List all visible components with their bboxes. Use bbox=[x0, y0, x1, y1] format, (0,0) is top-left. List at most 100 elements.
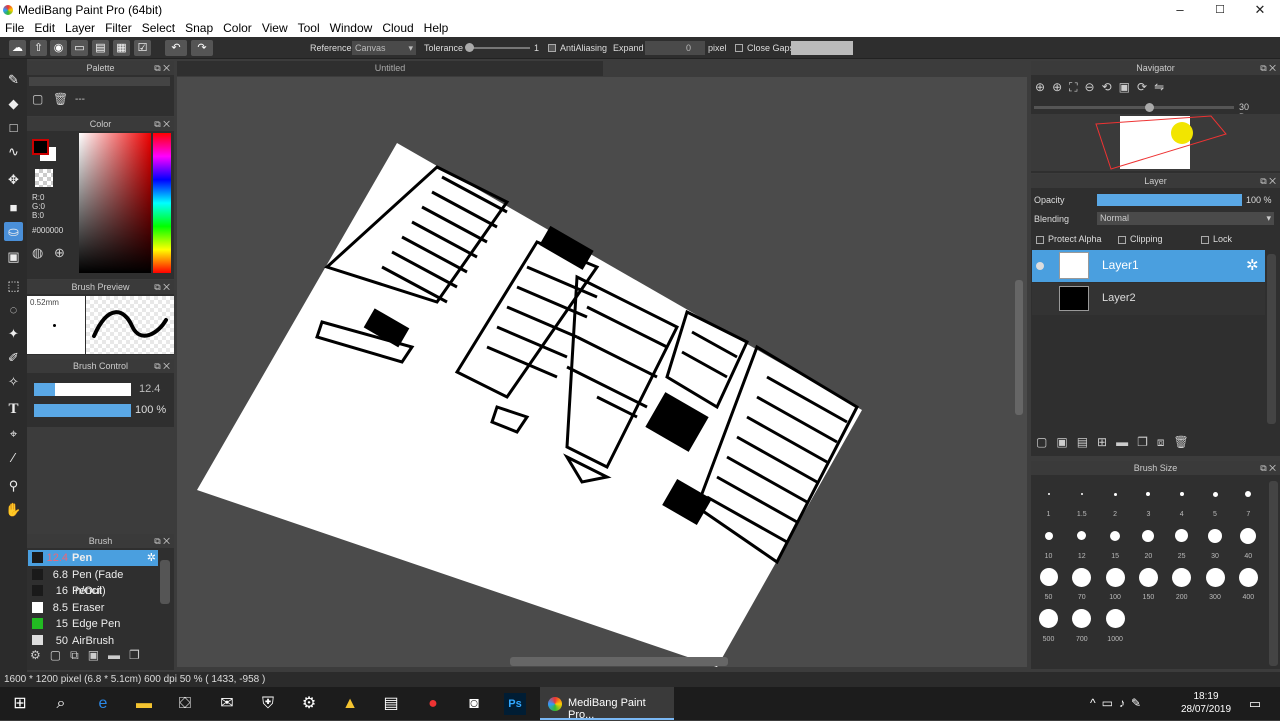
delete-layer-icon[interactable]: 🗑 bbox=[1174, 435, 1198, 449]
trash-icon[interactable]: 🗑 bbox=[53, 92, 68, 106]
expand-input[interactable]: 0 bbox=[645, 41, 705, 55]
panel-close-icon[interactable]: ⧉ ✕ bbox=[154, 61, 170, 75]
duplicate-layer-icon[interactable]: ❐ bbox=[1137, 435, 1157, 449]
panel-close-icon[interactable]: ⧉ ✕ bbox=[154, 280, 170, 294]
photoshop-icon[interactable]: Ps bbox=[504, 693, 526, 715]
transparent-swatch[interactable] bbox=[35, 169, 53, 187]
brush-tool-icon[interactable]: ✎ bbox=[4, 70, 23, 89]
menu-view[interactable]: View bbox=[257, 20, 293, 37]
brush-opacity-slider[interactable] bbox=[34, 404, 131, 417]
gradient-tool-icon[interactable]: ▣ bbox=[4, 247, 23, 266]
brush-size-option[interactable]: 10 bbox=[1032, 521, 1065, 562]
import-brush-icon[interactable]: ▣ bbox=[88, 648, 108, 662]
duplicate-icon[interactable]: ❐ bbox=[129, 648, 149, 662]
brush-size-option[interactable]: 50 bbox=[1032, 562, 1065, 603]
menu-select[interactable]: Select bbox=[137, 20, 180, 37]
new-8bit-layer-icon[interactable]: ▤ bbox=[1077, 435, 1097, 449]
taskbar-active-app[interactable]: MediBang Paint Pro... bbox=[540, 687, 674, 721]
brush-size-option[interactable]: 400 bbox=[1232, 562, 1265, 603]
layer-scrollbar[interactable] bbox=[1267, 254, 1276, 424]
document-icon[interactable]: ▤ bbox=[92, 40, 109, 56]
brush-size-option[interactable]: 70 bbox=[1065, 562, 1098, 603]
brush-size-scrollbar[interactable] bbox=[1269, 481, 1278, 666]
zoom-icon[interactable]: ⊕ bbox=[1052, 80, 1069, 94]
menu-snap[interactable]: Snap bbox=[180, 20, 218, 37]
tolerance-slider-handle[interactable] bbox=[465, 43, 474, 52]
add-layer-menu-icon[interactable]: ⊞ bbox=[1097, 435, 1116, 449]
chat-icon[interactable]: ▭ bbox=[71, 40, 88, 56]
brush-scrollbar[interactable] bbox=[160, 560, 170, 604]
menu-filter[interactable]: Filter bbox=[100, 20, 137, 37]
menu-window[interactable]: Window bbox=[325, 20, 378, 37]
text-tool-icon[interactable]: T bbox=[4, 400, 23, 419]
camera-icon[interactable]: ◙ bbox=[463, 693, 485, 715]
eraser-tool-icon[interactable]: ◆ bbox=[4, 94, 23, 113]
brush-item[interactable]: 50 AirBrush bbox=[28, 633, 158, 645]
panel-close-icon[interactable]: ⧉ ✕ bbox=[154, 117, 170, 131]
brush-size-option[interactable]: 15 bbox=[1099, 521, 1132, 562]
pen-icon[interactable]: ✎ bbox=[1131, 696, 1147, 710]
eyedropper-tool-icon[interactable]: ⁄ bbox=[4, 448, 23, 467]
canvas-area[interactable] bbox=[177, 77, 1027, 667]
panel-close-icon[interactable]: ⧉ ✕ bbox=[1260, 174, 1276, 188]
rectangle-tool-icon[interactable]: □ bbox=[4, 118, 23, 137]
folder-icon[interactable]: ▬ bbox=[1116, 435, 1137, 449]
upload-icon[interactable]: ⇧ bbox=[30, 40, 47, 56]
brush-size-option[interactable]: 3 bbox=[1132, 479, 1165, 520]
flip-icon[interactable]: ⇋ bbox=[1154, 80, 1171, 94]
brush-size-option[interactable]: 40 bbox=[1232, 521, 1265, 562]
add-brush-icon[interactable]: ⚙ bbox=[30, 648, 50, 662]
actual-size-icon[interactable]: ▣ bbox=[1119, 80, 1137, 94]
fill-rect-tool-icon[interactable]: ■ bbox=[4, 198, 23, 217]
warning-app-icon[interactable]: ▲ bbox=[339, 693, 361, 715]
new-palette-icon[interactable]: ▢ bbox=[32, 92, 43, 106]
comment-icon[interactable]: ◉ bbox=[50, 40, 67, 56]
new-layer-icon[interactable]: ▢ bbox=[1036, 435, 1056, 449]
minimize-button[interactable]: – bbox=[1160, 0, 1200, 20]
mail-icon[interactable]: ✉ bbox=[216, 693, 238, 715]
brush-size-option[interactable]: 150 bbox=[1132, 562, 1165, 603]
panel-close-icon[interactable]: ⧉ ✕ bbox=[1260, 461, 1276, 475]
close-button[interactable]: ✕ bbox=[1240, 0, 1280, 20]
fit-icon[interactable]: ⛶ bbox=[1069, 80, 1084, 94]
brush-size-option[interactable]: 500 bbox=[1032, 604, 1065, 645]
panel-close-icon[interactable]: ⧉ ✕ bbox=[154, 359, 170, 373]
brush-item[interactable]: 12.4 Pen ✲ bbox=[28, 550, 158, 566]
hand-tool-icon[interactable]: ✋ bbox=[4, 500, 23, 519]
brush-size-option[interactable]: 20 bbox=[1132, 521, 1165, 562]
grid-icon[interactable]: ▦ bbox=[113, 40, 130, 56]
select-eraser-tool-icon[interactable]: ✧ bbox=[4, 372, 23, 391]
rotation-slider-handle[interactable] bbox=[1145, 103, 1154, 112]
undo-icon[interactable]: ↶ bbox=[165, 40, 187, 56]
hue-slider[interactable] bbox=[153, 133, 171, 273]
brush-size-option[interactable]: 4 bbox=[1165, 479, 1198, 520]
brush-size-option[interactable]: 200 bbox=[1165, 562, 1198, 603]
layer-row[interactable]: Layer2 bbox=[1032, 283, 1265, 315]
brush-item[interactable]: 6.8 Pen (Fade In/Out) bbox=[28, 567, 158, 597]
brush-item[interactable]: 16 Pencil bbox=[28, 583, 158, 599]
store-icon[interactable]: ⛋ bbox=[174, 693, 196, 715]
dot-tool-icon[interactable]: ∿ bbox=[4, 142, 23, 161]
brush-size-option[interactable]: 7 bbox=[1232, 479, 1265, 520]
folder-icon[interactable]: ▬ bbox=[108, 648, 129, 662]
brush-size-option[interactable]: 1 bbox=[1032, 479, 1065, 520]
brush-item[interactable]: 8.5 Eraser bbox=[28, 600, 158, 616]
menu-cloud[interactable]: Cloud bbox=[377, 20, 418, 37]
menu-file[interactable]: File bbox=[0, 20, 29, 37]
menu-color[interactable]: Color bbox=[218, 20, 257, 37]
copy-brush-icon[interactable]: ⧉ bbox=[70, 648, 88, 662]
canvas-drawing[interactable] bbox=[177, 77, 1027, 667]
canvas-vertical-scrollbar[interactable] bbox=[1015, 280, 1023, 415]
tolerance-slider[interactable] bbox=[466, 47, 530, 49]
antialiasing-checkbox[interactable] bbox=[548, 44, 556, 52]
security-shield-icon[interactable]: ⛨ bbox=[257, 693, 279, 715]
volume-icon[interactable]: ♪ bbox=[1119, 696, 1131, 710]
brush-size-option[interactable]: 700 bbox=[1065, 604, 1098, 645]
visibility-icon[interactable] bbox=[1036, 262, 1044, 270]
checklist-icon[interactable]: ☑ bbox=[134, 40, 151, 56]
move-tool-icon[interactable]: ✥ bbox=[4, 170, 23, 189]
merge-layer-icon[interactable]: ⧈ bbox=[1157, 435, 1174, 449]
menu-help[interactable]: Help bbox=[419, 20, 454, 37]
brush-size-option[interactable]: 1.5 bbox=[1065, 479, 1098, 520]
select-pen-tool-icon[interactable]: ✐ bbox=[4, 348, 23, 367]
